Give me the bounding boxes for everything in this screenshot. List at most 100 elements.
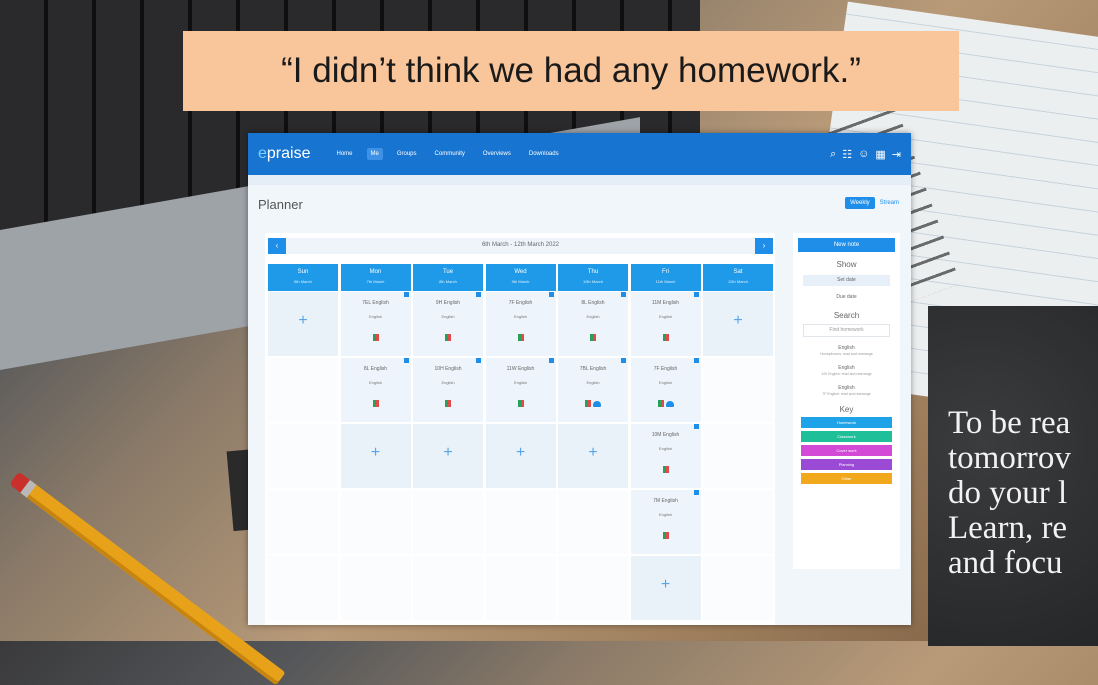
user-icon[interactable]: ☺ — [858, 148, 869, 161]
nav-item-me[interactable]: Me — [366, 148, 383, 160]
homework-card[interactable]: 7F English English — [485, 292, 556, 356]
plus-icon: + — [298, 312, 308, 329]
filter-detail: 7F English: read and rearrange — [822, 392, 871, 396]
calendar-grid: +7EL English English 9H English English 7F E… — [268, 292, 775, 620]
homework-subject: English — [513, 314, 528, 319]
stream-button[interactable]: Stream — [878, 197, 901, 209]
due-date-button[interactable]: Due date — [803, 292, 890, 303]
day-name: Sun — [297, 269, 309, 275]
homework-icons — [631, 334, 701, 341]
homework-card[interactable]: 7M English English — [630, 490, 701, 554]
set-date-button[interactable]: Set date — [803, 275, 890, 286]
nav-item-community[interactable]: Community — [431, 148, 469, 160]
nav-item-downloads[interactable]: Downloads — [525, 148, 563, 160]
blackboard-line: Learn, re — [948, 510, 1068, 546]
homework-icons — [486, 334, 556, 341]
calendar-cell — [703, 358, 773, 422]
calendar-cell — [268, 490, 338, 554]
epraise-logo[interactable]: epraise — [258, 145, 310, 163]
book-icon — [662, 532, 669, 539]
homework-card[interactable]: 9H English English — [413, 292, 483, 356]
calendar-cell — [703, 424, 773, 488]
day-date: 6th March — [294, 279, 312, 284]
day-date: 7th March — [366, 279, 385, 284]
homework-card[interactable]: 7F English English — [630, 358, 701, 422]
homework-title: 7F English — [508, 300, 533, 306]
book-icon — [662, 466, 669, 473]
add-homework-cell[interactable]: + — [413, 424, 483, 488]
homework-card[interactable]: 8L English English — [558, 292, 628, 356]
homework-card[interactable]: 10M English English — [630, 424, 701, 488]
key-homework[interactable]: Homework — [801, 417, 892, 428]
homework-card[interactable]: 11W English English — [485, 358, 556, 422]
blackboard-text: To be rea tomorrov do your l Learn, re and f… — [928, 406, 1071, 581]
day-date: 12th March — [727, 279, 748, 284]
grid-icon[interactable]: ☷ — [842, 148, 852, 161]
plus-icon: + — [443, 444, 453, 461]
add-homework-cell[interactable]: + — [485, 424, 556, 488]
sub-bar — [248, 175, 911, 185]
logout-icon[interactable]: ⇥ — [892, 148, 901, 161]
nav-item-groups[interactable]: Groups — [393, 148, 421, 160]
add-homework-cell[interactable]: + — [558, 424, 628, 488]
key-other[interactable]: Other — [801, 473, 892, 484]
logo-prefix: e — [258, 145, 267, 162]
homework-marker-icon — [693, 424, 699, 429]
cloud-upload-icon — [593, 401, 601, 407]
calendar-icon[interactable]: ▦ — [875, 148, 885, 161]
homework-subject: English — [658, 512, 673, 517]
plus-icon: + — [370, 444, 381, 461]
planner-sidebar: New note Show Set date Due date Search F… — [793, 233, 900, 569]
homework-icons — [341, 334, 411, 341]
homework-icons — [413, 400, 483, 407]
homework-subject: English — [513, 380, 528, 385]
view-toggle: Weekly Stream — [845, 197, 901, 209]
day-date: 10th March — [582, 279, 603, 284]
calendar-cell — [413, 556, 483, 620]
filter-item[interactable]: English 100 English: read and rearrange — [793, 365, 900, 377]
key-classwork[interactable]: Classwork — [801, 431, 892, 442]
week-range: 6th March - 12th March 2022 — [481, 242, 560, 248]
homework-card[interactable]: 11M English English — [630, 292, 701, 356]
nav-item-home[interactable]: Home — [332, 148, 356, 160]
add-homework-cell[interactable]: + — [630, 556, 701, 620]
add-homework-cell[interactable]: + — [268, 292, 338, 356]
homework-card[interactable]: 7EL English English — [340, 292, 411, 356]
add-homework-cell[interactable]: + — [703, 292, 773, 356]
calendar-cell — [703, 556, 773, 620]
plus-icon: + — [733, 312, 743, 329]
homework-subject: English — [658, 380, 673, 385]
homework-icons — [558, 400, 628, 407]
plus-icon: + — [515, 444, 526, 461]
blackboard-line: and focu — [948, 545, 1063, 581]
homework-icons — [631, 400, 701, 407]
book-icon — [657, 400, 664, 407]
calendar-cell — [413, 490, 483, 554]
homework-card[interactable]: 7BL English English — [558, 358, 628, 422]
add-homework-cell[interactable]: + — [340, 424, 411, 488]
blackboard-line: To be rea — [948, 405, 1071, 441]
plus-icon: + — [660, 576, 671, 593]
homework-card[interactable]: 10H English English — [413, 358, 483, 422]
homework-subject: English — [586, 380, 600, 385]
homework-marker-icon — [403, 358, 409, 363]
logo-name: praise — [266, 145, 311, 162]
find-homework-input[interactable]: Find homework — [803, 324, 890, 337]
book-icon — [662, 334, 669, 341]
day-name: Sat — [733, 269, 743, 275]
search-icon[interactable]: ⌕ — [830, 148, 836, 161]
homework-marker-icon — [548, 292, 554, 297]
new-note-button[interactable]: New note — [798, 238, 895, 252]
weekly-button[interactable]: Weekly — [845, 197, 875, 209]
homework-card[interactable]: 8L English English — [340, 358, 411, 422]
key-planning[interactable]: Planning — [801, 459, 892, 470]
day-header-wed: Wed 9th March — [485, 264, 556, 291]
filter-item[interactable]: English 7F English: read and rearrange — [793, 385, 900, 397]
calendar-cell — [558, 556, 628, 620]
filter-item[interactable]: English Homophones: read and rearrange — [793, 345, 900, 357]
nav-item-overviews[interactable]: Overviews — [479, 148, 515, 160]
next-week-button[interactable]: › — [755, 238, 773, 254]
book-icon — [585, 400, 591, 407]
calendar-cell — [485, 556, 556, 620]
key-cover-work[interactable]: Cover work — [801, 445, 892, 456]
